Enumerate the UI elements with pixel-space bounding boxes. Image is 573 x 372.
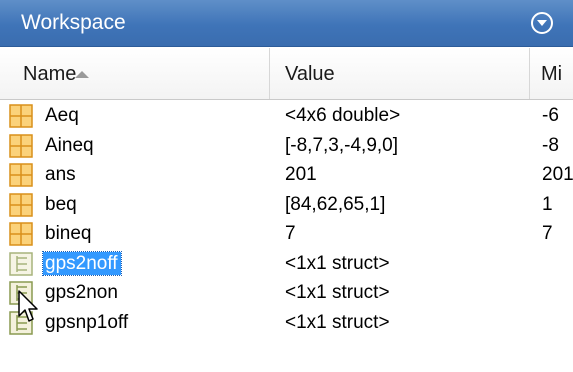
column-header-value[interactable]: Value	[270, 48, 530, 99]
variable-value: <1x1 struct>	[285, 311, 390, 333]
column-header-name[interactable]: Name	[0, 48, 270, 99]
variable-name[interactable]: gpsnp1off	[43, 311, 131, 334]
matrix-icon	[9, 163, 33, 187]
struct-icon	[9, 310, 33, 335]
struct-icon	[9, 281, 33, 305]
column-header-min[interactable]: Mi	[530, 48, 573, 99]
column-header-min-label: Mi	[541, 63, 563, 85]
workspace-panel: Workspace Name Value Mi Aeq <4x6 double> -…	[0, 0, 573, 372]
variable-name[interactable]: beq	[43, 193, 80, 216]
variable-value: <1x1 struct>	[285, 252, 390, 274]
matrix-icon	[9, 222, 33, 246]
variable-value: <4x6 double>	[285, 105, 401, 126]
variable-name[interactable]: Aineq	[43, 134, 97, 157]
variable-min: -6	[542, 105, 559, 126]
column-header-row: Name Value Mi	[0, 48, 573, 100]
variable-row[interactable]: gps2noff <1x1 struct>	[0, 249, 573, 279]
variable-name[interactable]: gps2noff	[42, 250, 122, 276]
variable-min: -8	[542, 134, 559, 156]
variable-value: [-8,7,3,-4,9,0]	[285, 134, 399, 156]
variable-value: 7	[285, 223, 296, 244]
variable-row[interactable]: gps2non <1x1 struct>	[0, 278, 573, 308]
variable-row[interactable]: gpsnp1off <1x1 struct>	[0, 308, 573, 338]
matrix-icon	[9, 133, 33, 158]
variable-name[interactable]: Aeq	[43, 104, 82, 127]
variable-value: <1x1 struct>	[285, 282, 390, 303]
variable-name[interactable]: bineq	[43, 222, 95, 245]
variable-row[interactable]: bineq 7 7	[0, 219, 573, 249]
variable-value: 201	[285, 164, 317, 185]
variable-row[interactable]: Aeq <4x6 double> -6	[0, 101, 573, 131]
panel-title: Workspace	[21, 11, 126, 34]
variable-list: Aeq <4x6 double> -6 Aineq [-8,7,3,-4,9,0] -8 a…	[0, 101, 573, 337]
variable-name[interactable]: gps2non	[43, 281, 121, 304]
variable-name[interactable]: ans	[43, 163, 79, 186]
matrix-icon	[9, 192, 33, 217]
variable-min: 201	[542, 164, 573, 185]
panel-titlebar: Workspace	[0, 0, 573, 47]
sort-ascending-icon	[75, 71, 89, 78]
variable-value: [84,62,65,1]	[285, 193, 386, 215]
variable-min: 1	[542, 193, 553, 215]
column-header-value-label: Value	[285, 63, 335, 85]
struct-icon	[9, 251, 33, 276]
variable-row[interactable]: Aineq [-8,7,3,-4,9,0] -8	[0, 131, 573, 161]
chevron-down-circle-icon[interactable]	[531, 12, 553, 34]
variable-row[interactable]: ans 201 201	[0, 160, 573, 190]
variable-row[interactable]: beq [84,62,65,1] 1	[0, 190, 573, 220]
column-header-name-label: Name	[23, 63, 77, 85]
matrix-icon	[9, 104, 33, 128]
variable-min: 7	[542, 223, 553, 244]
